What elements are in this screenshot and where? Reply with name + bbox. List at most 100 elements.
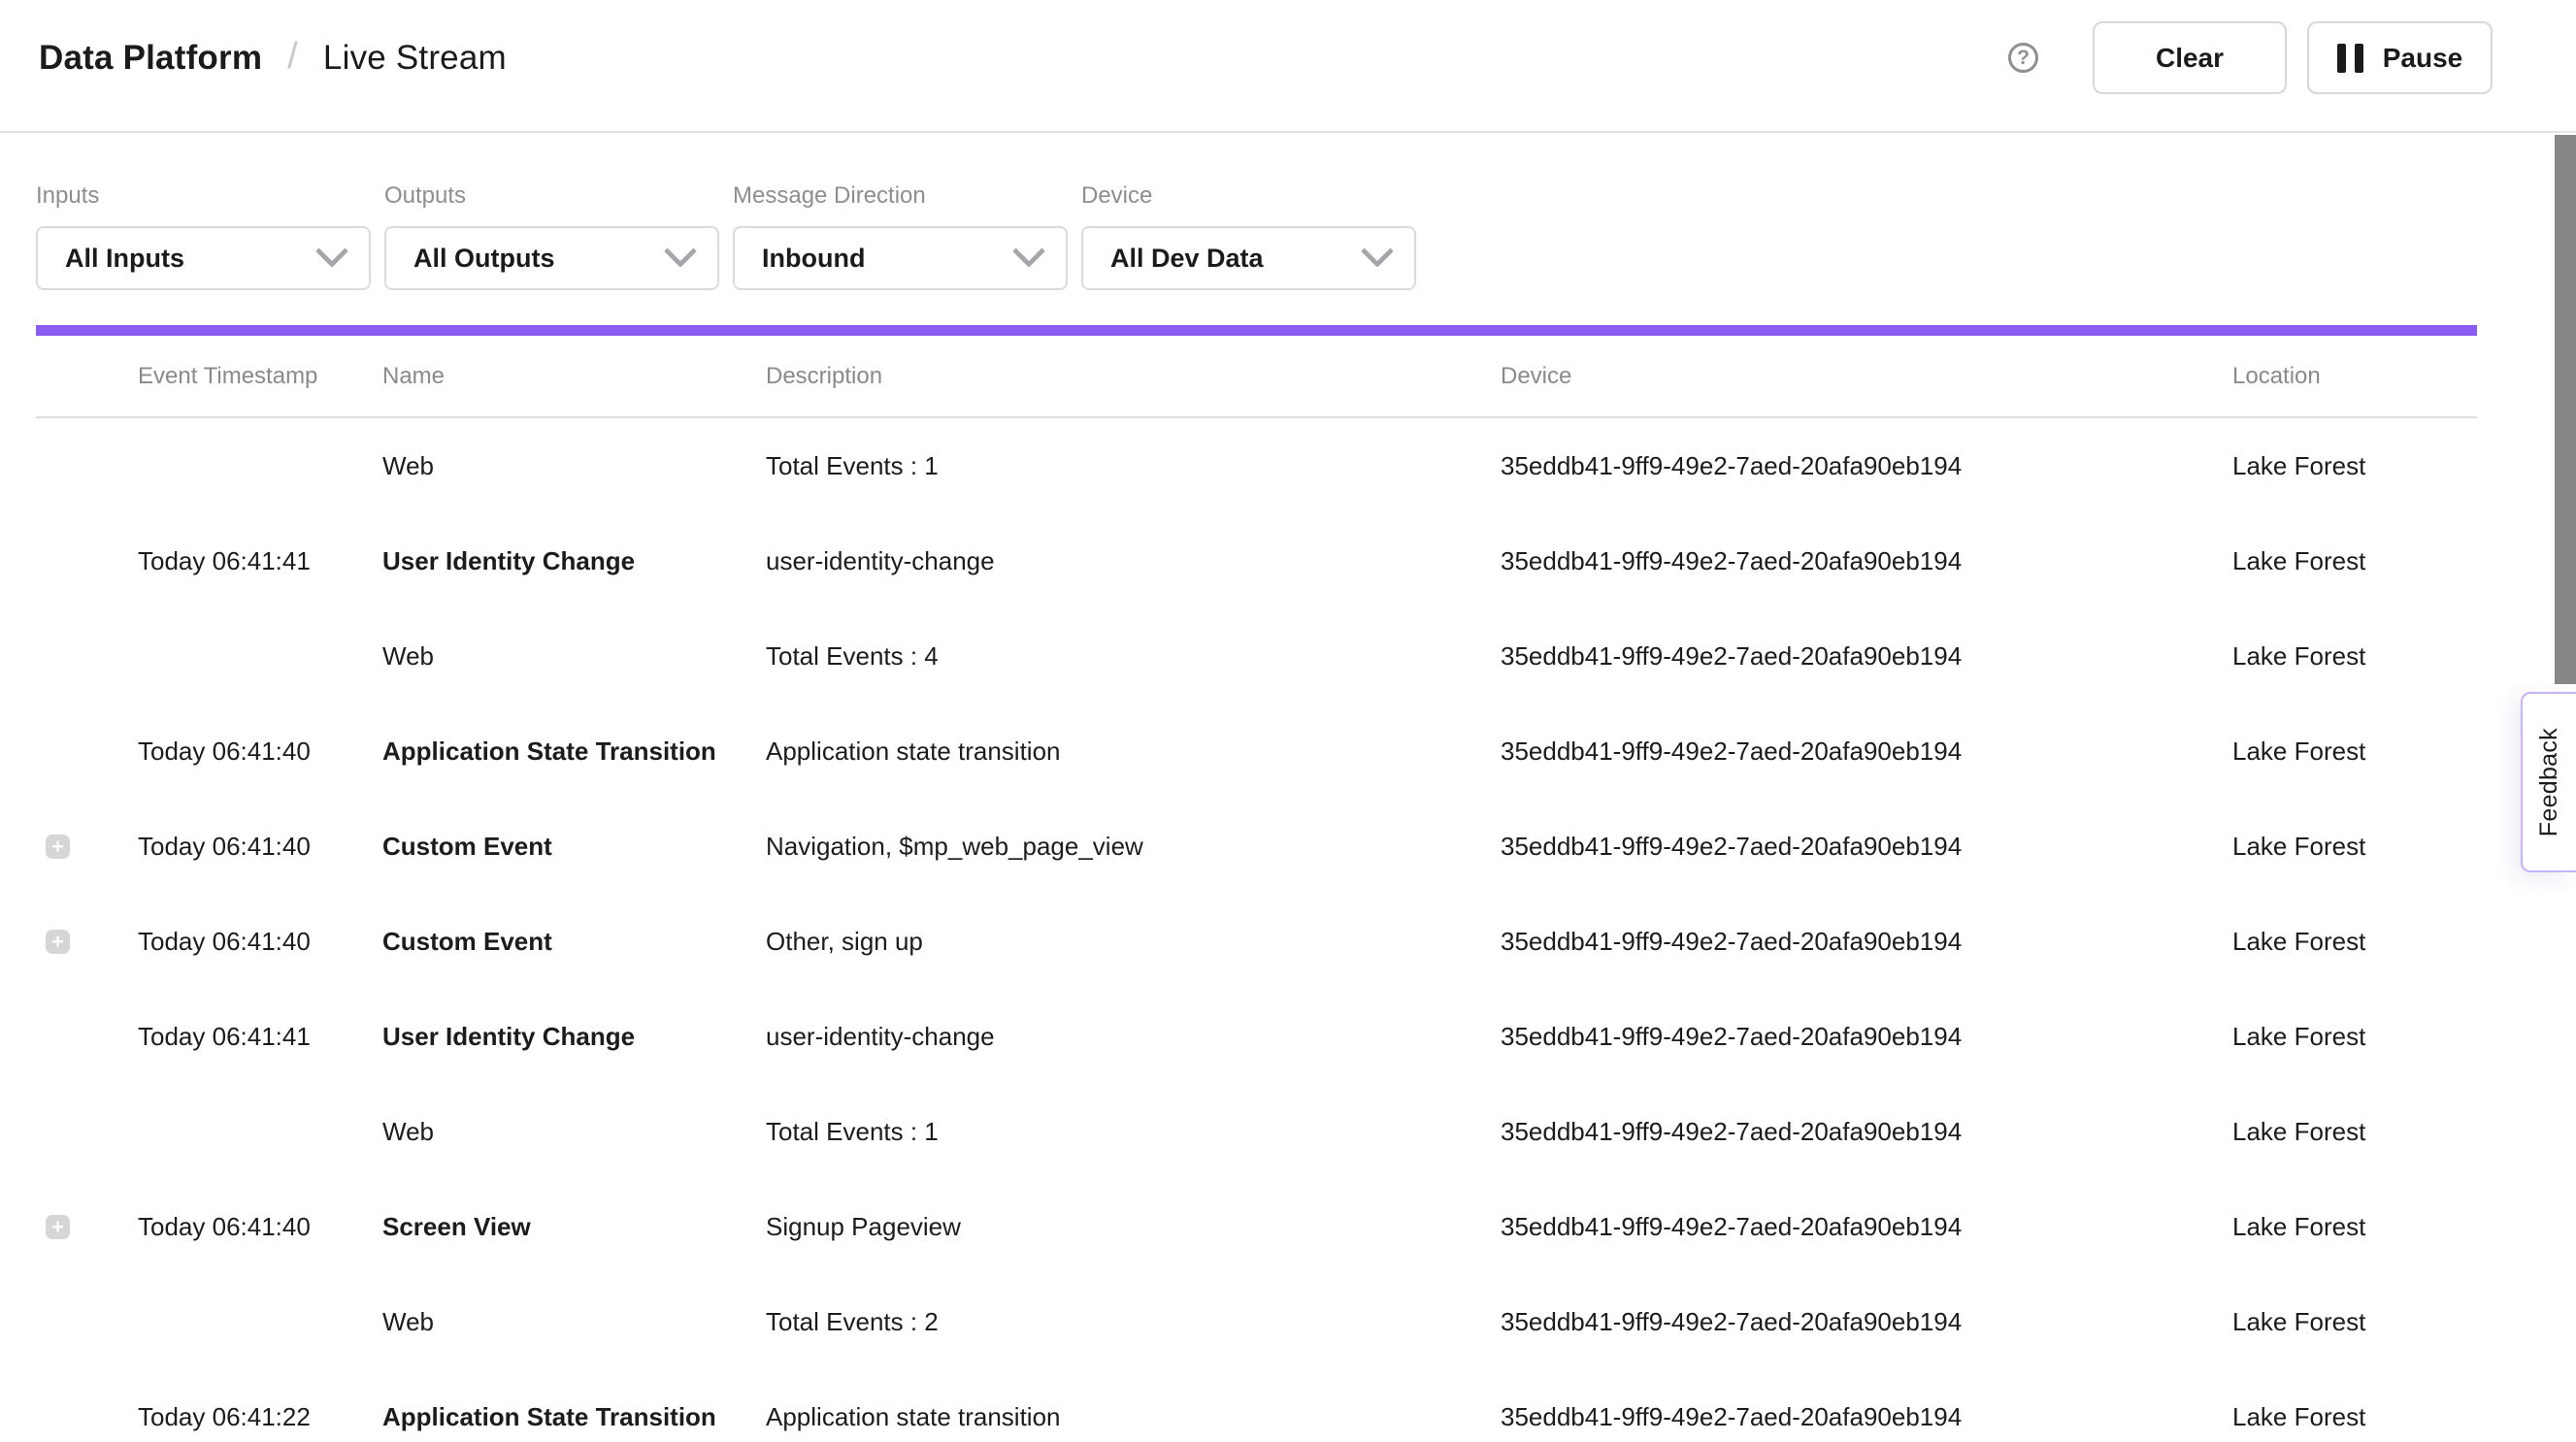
breadcrumb: Data Platform / Live Stream	[39, 37, 507, 79]
stream-accent-bar	[36, 325, 2477, 336]
help-icon[interactable]: ?	[2008, 43, 2038, 73]
pause-button[interactable]: Pause	[2307, 21, 2493, 94]
vertical-scrollbar-thumb[interactable]	[2555, 135, 2576, 684]
row-device-id: 35eddb41-9ff9-49e2-7aed-20afa90eb194	[1501, 641, 2232, 672]
row-event-name: Web	[382, 1307, 766, 1337]
filter-device: Device All Dev Data	[1081, 181, 1416, 290]
inputs-dropdown[interactable]: All Inputs	[36, 226, 371, 290]
page-title: Live Stream	[323, 39, 507, 78]
row-event-name: Application State Transition	[382, 737, 766, 767]
filter-message-direction-label: Message Direction	[733, 181, 1068, 211]
expand-row-button[interactable]: +	[46, 930, 70, 954]
row-location: Lake Forest	[2232, 832, 2477, 862]
breadcrumb-data-platform[interactable]: Data Platform	[39, 39, 262, 78]
page-header: Data Platform / Live Stream ? Clear Paus…	[0, 0, 2576, 133]
chevron-down-icon	[1012, 235, 1045, 268]
table-header-event-timestamp: Event Timestamp	[138, 363, 382, 390]
table-row[interactable]: Today 06:41:40 Application State Transit…	[36, 704, 2477, 799]
row-event-timestamp: Today 06:41:22	[138, 1402, 382, 1432]
table-row[interactable]: + Today 06:41:40 Custom Event Other, sig…	[36, 894, 2477, 989]
row-gutter: +	[36, 835, 138, 859]
chevron-down-icon	[315, 235, 348, 268]
row-device-id: 35eddb41-9ff9-49e2-7aed-20afa90eb194	[1501, 1307, 2232, 1337]
clear-button[interactable]: Clear	[2093, 21, 2287, 94]
row-description: Navigation, $mp_web_page_view	[766, 832, 1501, 862]
row-device-id: 35eddb41-9ff9-49e2-7aed-20afa90eb194	[1501, 1402, 2232, 1432]
filter-outputs-label: Outputs	[384, 181, 719, 211]
row-event-name: Web	[382, 1117, 766, 1147]
row-description: Application state transition	[766, 1402, 1501, 1432]
row-event-name: Screen View	[382, 1212, 766, 1242]
row-location: Lake Forest	[2232, 737, 2477, 767]
row-event-name: Application State Transition	[382, 1402, 766, 1432]
table-row[interactable]: Today 06:41:22 Application State Transit…	[36, 1369, 2477, 1442]
table-row[interactable]: Web Total Events : 1 35eddb41-9ff9-49e2-…	[36, 418, 2477, 513]
row-description: Application state transition	[766, 737, 1501, 767]
row-description: user-identity-change	[766, 546, 1501, 576]
inputs-dropdown-value: All Inputs	[65, 244, 184, 274]
row-location: Lake Forest	[2232, 1307, 2477, 1337]
row-event-name: Custom Event	[382, 927, 766, 957]
table-header-device: Device	[1501, 363, 2232, 390]
pause-icon	[2337, 44, 2363, 73]
row-description: user-identity-change	[766, 1022, 1501, 1052]
table-header-name: Name	[382, 363, 766, 390]
row-device-id: 35eddb41-9ff9-49e2-7aed-20afa90eb194	[1501, 737, 2232, 767]
row-device-id: 35eddb41-9ff9-49e2-7aed-20afa90eb194	[1501, 832, 2232, 862]
table-row[interactable]: Web Total Events : 4 35eddb41-9ff9-49e2-…	[36, 608, 2477, 704]
message-direction-dropdown-value: Inbound	[762, 244, 865, 274]
device-dropdown-value: All Dev Data	[1110, 244, 1264, 274]
feedback-tab[interactable]: Feedback	[2521, 692, 2576, 872]
chevron-down-icon	[1361, 235, 1394, 268]
row-device-id: 35eddb41-9ff9-49e2-7aed-20afa90eb194	[1501, 1117, 2232, 1147]
row-event-timestamp: Today 06:41:41	[138, 546, 382, 576]
table-header-location: Location	[2232, 363, 2477, 390]
message-direction-dropdown[interactable]: Inbound	[733, 226, 1068, 290]
expand-row-button[interactable]: +	[46, 835, 70, 859]
row-location: Lake Forest	[2232, 1117, 2477, 1147]
row-event-name: Web	[382, 641, 766, 672]
row-event-name: Custom Event	[382, 832, 766, 862]
row-device-id: 35eddb41-9ff9-49e2-7aed-20afa90eb194	[1501, 1022, 2232, 1052]
row-event-timestamp: Today 06:41:40	[138, 1212, 382, 1242]
row-event-timestamp: Today 06:41:40	[138, 927, 382, 957]
header-actions: ? Clear Pause	[2008, 21, 2493, 94]
table-row[interactable]: Web Total Events : 1 35eddb41-9ff9-49e2-…	[36, 1084, 2477, 1179]
filter-message-direction: Message Direction Inbound	[733, 181, 1068, 290]
filter-device-label: Device	[1081, 181, 1416, 211]
row-description: Other, sign up	[766, 927, 1501, 957]
feedback-tab-label: Feedback	[2535, 728, 2563, 836]
table-header-description: Description	[766, 363, 1501, 390]
row-location: Lake Forest	[2232, 1212, 2477, 1242]
table-row[interactable]: Today 06:41:41 User Identity Change user…	[36, 989, 2477, 1084]
outputs-dropdown-value: All Outputs	[413, 244, 554, 274]
row-description: Total Events : 1	[766, 1117, 1501, 1147]
row-description: Total Events : 4	[766, 641, 1501, 672]
filter-inputs: Inputs All Inputs	[36, 181, 371, 290]
chevron-down-icon	[664, 235, 697, 268]
row-device-id: 35eddb41-9ff9-49e2-7aed-20afa90eb194	[1501, 927, 2232, 957]
expand-row-button[interactable]: +	[46, 1215, 70, 1239]
filter-inputs-label: Inputs	[36, 181, 371, 211]
table-row[interactable]: + Today 06:41:40 Custom Event Navigation…	[36, 799, 2477, 894]
row-device-id: 35eddb41-9ff9-49e2-7aed-20afa90eb194	[1501, 1212, 2232, 1242]
table-row[interactable]: + Today 06:41:40 Screen View Signup Page…	[36, 1179, 2477, 1274]
breadcrumb-separator: /	[287, 36, 298, 78]
row-event-timestamp: Today 06:41:40	[138, 832, 382, 862]
row-event-timestamp: Today 06:41:41	[138, 1022, 382, 1052]
table-row[interactable]: Web Total Events : 2 35eddb41-9ff9-49e2-…	[36, 1274, 2477, 1369]
table-row[interactable]: Today 06:41:41 User Identity Change user…	[36, 513, 2477, 608]
row-description: Total Events : 1	[766, 451, 1501, 481]
row-description: Signup Pageview	[766, 1212, 1501, 1242]
row-location: Lake Forest	[2232, 641, 2477, 672]
device-dropdown[interactable]: All Dev Data	[1081, 226, 1416, 290]
row-gutter: +	[36, 1215, 138, 1239]
outputs-dropdown[interactable]: All Outputs	[384, 226, 719, 290]
pause-button-label: Pause	[2383, 43, 2463, 74]
row-device-id: 35eddb41-9ff9-49e2-7aed-20afa90eb194	[1501, 451, 2232, 481]
filter-bar: Inputs All Inputs Outputs All Outputs Me…	[0, 133, 2576, 290]
table-header-row: Event Timestamp Name Description Device …	[36, 336, 2477, 418]
row-location: Lake Forest	[2232, 1402, 2477, 1432]
filter-outputs: Outputs All Outputs	[384, 181, 719, 290]
row-event-timestamp: Today 06:41:40	[138, 737, 382, 767]
